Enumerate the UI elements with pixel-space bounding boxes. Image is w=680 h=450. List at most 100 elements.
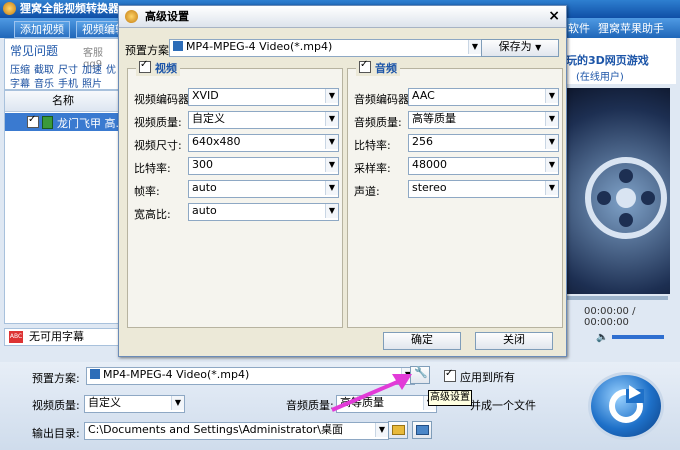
film-reel-icon <box>585 157 667 239</box>
refresh-icon <box>609 385 644 423</box>
chevron-down-icon[interactable]: ▼ <box>545 181 558 195</box>
video-encoder-value: XVID <box>192 89 219 102</box>
video-group-title: 视频 <box>155 62 177 75</box>
chevron-down-icon[interactable]: ▼ <box>545 89 558 103</box>
audio-channels-select[interactable]: stereo ▼ <box>408 180 559 198</box>
faq-link-music[interactable]: 音乐 <box>34 75 54 90</box>
audio-encoder-select[interactable]: AAC ▼ <box>408 88 559 106</box>
video-encoder-label: 视频编码器: <box>134 93 193 106</box>
video-quality-select[interactable]: 自定义 ▼ <box>188 111 339 129</box>
file-item-checkbox[interactable] <box>27 114 39 128</box>
audio-quality-label: 音频质量: <box>354 116 402 129</box>
video-quality-value: 自定义 <box>192 112 225 125</box>
video-group-header: 视频 <box>136 59 180 76</box>
faq-title: 常见问题 <box>10 44 59 58</box>
faq-link-cut[interactable]: 截取 <box>34 61 54 76</box>
preset-format-icon <box>90 369 100 379</box>
chevron-down-icon[interactable]: ▼ <box>325 158 338 172</box>
audio-bitrate-select[interactable]: 256 ▼ <box>408 134 559 152</box>
save-as-button[interactable]: 保存为 ▼ <box>481 39 559 57</box>
video-size-value: 640x480 <box>192 135 241 148</box>
video-size-select[interactable]: 640x480 ▼ <box>188 134 339 152</box>
video-framerate-select[interactable]: auto ▼ <box>188 180 339 198</box>
faq-link-compress[interactable]: 压缩 <box>10 61 30 76</box>
folder-icon <box>392 425 405 435</box>
convert-button[interactable] <box>588 372 664 440</box>
audio-channels-value: stereo <box>412 181 447 194</box>
chevron-down-icon[interactable]: ▼ <box>325 89 338 103</box>
output-directory-value: C:\Documents and Settings\Administrator\… <box>88 423 344 436</box>
audio-encoder-value: AAC <box>412 89 435 102</box>
audio-quality-value: 高等质量 <box>412 112 456 125</box>
software-link[interactable]: 软件 <box>568 21 590 36</box>
apply-all-label: 应用到所有 <box>460 371 515 384</box>
video-bitrate-value: 300 <box>192 158 213 171</box>
output-label: 输出目录: <box>32 427 80 440</box>
chevron-down-icon[interactable]: ▼ <box>325 204 338 218</box>
subtitle-selector[interactable]: ABC 无可用字幕 <box>4 328 122 346</box>
output-directory-field[interactable]: C:\Documents and Settings\Administrator\… <box>84 422 389 440</box>
browse-folder-button[interactable] <box>388 421 408 439</box>
seek-bar[interactable] <box>560 296 668 300</box>
video-encoder-select[interactable]: XVID ▼ <box>188 88 339 106</box>
chevron-down-icon[interactable]: ▼ <box>325 181 338 195</box>
chevron-down-icon[interactable]: ▼ <box>325 112 338 126</box>
video-quality-select[interactable]: 自定义 ▼ <box>84 395 185 413</box>
file-list-item[interactable]: 龙门飞甲 高... <box>5 113 126 131</box>
audio-samplerate-select[interactable]: 48000 ▼ <box>408 157 559 175</box>
subtitle-icon: ABC <box>9 331 23 343</box>
subtitle-label: 无可用字幕 <box>29 330 84 343</box>
open-folder-icon <box>416 425 429 435</box>
dialog-logo-icon <box>125 10 138 23</box>
close-icon[interactable]: × <box>548 8 560 24</box>
faq-link-size[interactable]: 尺寸 <box>58 61 78 76</box>
time-readout: 00:00:00 / 00:00:00 <box>584 306 636 328</box>
chevron-down-icon[interactable]: ▼ <box>545 112 558 126</box>
chevron-down-icon[interactable]: ▼ <box>545 135 558 149</box>
audio-channels-label: 声道: <box>354 185 380 198</box>
faq-link-phone[interactable]: 手机 <box>58 75 78 90</box>
apply-all-checkbox[interactable] <box>444 368 456 382</box>
volume-slider[interactable]: 🔈 <box>596 332 668 343</box>
faq-link-optimize[interactable]: 优 <box>106 61 116 76</box>
faq-link-subtitle[interactable]: 字幕 <box>10 75 30 90</box>
chevron-down-icon[interactable]: ▼ <box>171 396 184 410</box>
preset-value: MP4-MPEG-4 Video(*.mp4) <box>103 368 250 381</box>
audio-settings-group: 音频 音频编码器: AAC ▼ 音频质量: 高等质量 ▼ 比特率: 256 ▼ 采样率… <box>347 59 563 328</box>
ok-button[interactable]: 确定 <box>383 332 461 350</box>
faq-link-speed[interactable]: 加速 <box>82 61 102 76</box>
audio-quality-select[interactable]: 高等质量 ▼ <box>408 111 559 129</box>
video-bitrate-select[interactable]: 300 ▼ <box>188 157 339 175</box>
video-settings-group: 视频 视频编码器: XVID ▼ 视频质量: 自定义 ▼ 视频尺寸: 640x480… <box>127 59 343 328</box>
merge-label: 并成一个文件 <box>470 399 536 412</box>
video-quality-label: 视频质量: <box>134 116 182 129</box>
advanced-settings-dialog: 高级设置 × 预置方案: MP4-MPEG-4 Video(*.mp4) ▼ 保… <box>118 5 567 357</box>
chevron-down-icon[interactable]: ▼ <box>375 423 388 437</box>
chevron-down-icon[interactable]: ▼ <box>468 40 481 54</box>
audio-enable-checkbox[interactable] <box>359 59 371 73</box>
promo-banner[interactable]: 玩的3D网页游戏 (在线用户) <box>556 38 676 84</box>
add-video-button[interactable]: 添加视频 <box>14 21 70 38</box>
dialog-preset-select[interactable]: MP4-MPEG-4 Video(*.mp4) ▼ <box>169 39 482 57</box>
video-size-label: 视频尺寸: <box>134 139 182 152</box>
save-as-label: 保存为 <box>498 40 532 53</box>
video-quality-value: 自定义 <box>88 396 121 409</box>
chevron-down-icon[interactable]: ▼ <box>545 158 558 172</box>
video-framerate-label: 帧率: <box>134 185 160 198</box>
chevron-down-icon[interactable]: ▼ <box>325 135 338 149</box>
volume-track[interactable] <box>612 335 664 339</box>
apple-helper-link[interactable]: 狸窝苹果助手 <box>598 21 664 36</box>
dialog-preset-label: 预置方案: <box>125 44 173 57</box>
chevron-down-icon: ▼ <box>535 43 542 52</box>
faq-link-photo[interactable]: 照片 <box>82 75 102 90</box>
open-folder-button[interactable] <box>412 421 432 439</box>
app-logo-icon <box>3 2 16 15</box>
list-header-name[interactable]: 名称 <box>5 91 121 112</box>
video-enable-checkbox[interactable] <box>139 59 151 73</box>
dialog-preset-value: MP4-MPEG-4 Video(*.mp4) <box>186 40 333 53</box>
promo-line-2: (在线用户) <box>576 72 624 83</box>
dialog-close-button[interactable]: 关闭 <box>475 332 553 350</box>
video-aspect-select[interactable]: auto ▼ <box>188 203 339 221</box>
dialog-title: 高级设置 <box>145 10 189 23</box>
dialog-preset-format-icon <box>173 41 183 51</box>
